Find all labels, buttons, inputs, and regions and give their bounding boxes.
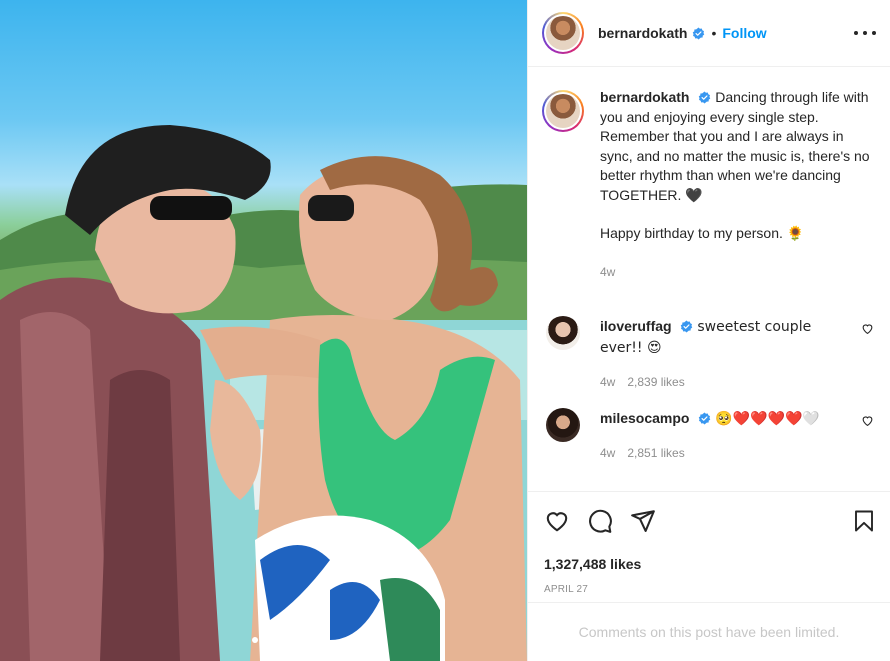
verified-badge-icon [681, 320, 693, 333]
commenter-avatar[interactable] [546, 408, 580, 442]
verified-badge-icon [693, 27, 705, 39]
comment-item: milesocampo 🥺❤️❤️❤️❤️🤍 4w 2,851 likes [542, 408, 874, 463]
commenter-username[interactable]: iloveruffag [600, 318, 672, 334]
caption-text: Dancing through life with you and enjoyi… [600, 89, 870, 203]
caption-text-second: Happy birthday to my person. 🌻 [600, 225, 805, 241]
comment-text: 🥺❤️❤️❤️❤️🤍 [715, 411, 820, 427]
comment-like-heart-icon[interactable] [861, 322, 874, 335]
carousel-indicator [252, 637, 268, 643]
commenter-avatar[interactable] [546, 316, 580, 350]
comment-timestamp[interactable]: 4w [600, 443, 615, 463]
author-username[interactable]: bernardokath [598, 25, 687, 41]
header-separator: • [711, 25, 717, 41]
caption-author-avatar[interactable] [542, 90, 584, 132]
caption-username[interactable]: bernardokath [600, 89, 689, 105]
post-actions: 1,327,488 likes APRIL 27 [528, 491, 890, 595]
comment-icon[interactable] [587, 508, 613, 534]
photo-illustration [0, 125, 527, 661]
carousel-dot[interactable] [262, 637, 268, 643]
post-header: bernardokath • Follow [528, 0, 890, 67]
post-like-count[interactable]: 1,327,488 likes [544, 556, 876, 572]
comments-limited-notice: Comments on this post have been limited. [528, 602, 890, 661]
more-options-icon[interactable] [854, 31, 876, 35]
author-avatar[interactable] [542, 12, 584, 54]
comment-item: iloveruffag sweetest couple ever!! 😍 4w … [542, 316, 874, 392]
carousel-dot-active [252, 637, 258, 643]
post-date[interactable]: APRIL 27 [544, 584, 876, 595]
follow-button[interactable]: Follow [722, 25, 766, 41]
comment-timestamp[interactable]: 4w [600, 372, 615, 392]
comment-like-heart-icon[interactable] [861, 414, 874, 427]
post-side-panel: bernardokath • Follow bernardokath Danci… [527, 0, 890, 661]
heart-icon[interactable] [544, 508, 570, 534]
comment-likes[interactable]: 2,839 likes [627, 372, 684, 392]
commenter-username[interactable]: milesocampo [600, 410, 689, 426]
verified-badge-icon [699, 91, 711, 104]
bookmark-icon[interactable] [852, 508, 876, 534]
comments-section[interactable]: bernardokath Dancing through life with y… [528, 68, 890, 490]
share-icon[interactable] [630, 508, 656, 534]
verified-badge-icon [699, 412, 711, 425]
caption-timestamp[interactable]: 4w [600, 263, 872, 283]
comment-likes[interactable]: 2,851 likes [627, 443, 684, 463]
post-photo[interactable] [0, 0, 527, 661]
post-caption: bernardokath Dancing through life with y… [542, 88, 874, 282]
